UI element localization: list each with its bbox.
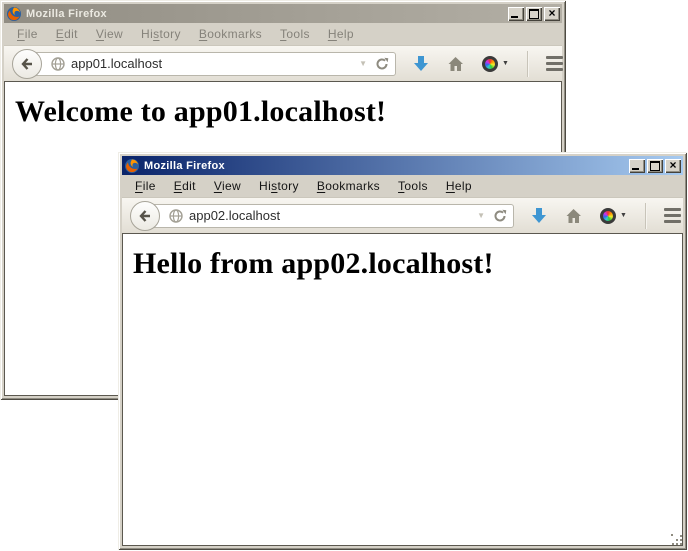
menu-file[interactable]: File <box>126 176 165 196</box>
menu-bookmarks[interactable]: Bookmarks <box>308 176 389 196</box>
toolbar-icons: ▼ <box>531 203 681 229</box>
globe-icon <box>51 57 65 71</box>
menu-tools[interactable]: Tools <box>389 176 437 196</box>
titlebar[interactable]: Mozilla Firefox × <box>122 156 683 175</box>
menu-help[interactable]: Help <box>437 176 481 196</box>
colorwheel-icon <box>482 56 498 72</box>
caption-buttons: × <box>508 7 560 21</box>
firefox-logo-icon <box>124 158 140 174</box>
close-button[interactable]: × <box>665 159 681 173</box>
maximize-button[interactable] <box>526 7 542 21</box>
resize-grip-icon[interactable] <box>671 534 684 547</box>
back-button[interactable] <box>130 201 160 231</box>
minimize-button[interactable] <box>508 7 524 21</box>
menu-file[interactable]: File <box>8 24 47 44</box>
menu-view[interactable]: View <box>205 176 250 196</box>
menu-help[interactable]: Help <box>319 24 363 44</box>
menu-bar: File Edit View History Bookmarks Tools H… <box>4 23 562 45</box>
browser-window-app02: Mozilla Firefox × File Edit View History… <box>118 152 687 550</box>
window-title: Mozilla Firefox <box>144 160 625 172</box>
reload-icon[interactable] <box>493 209 507 223</box>
caption-buttons: × <box>629 159 681 173</box>
home-icon[interactable] <box>565 208 582 224</box>
menu-history[interactable]: History <box>132 24 190 44</box>
back-button[interactable] <box>12 49 42 79</box>
back-arrow-icon <box>137 208 153 224</box>
menu-view[interactable]: View <box>87 24 132 44</box>
colorwheel-addon-button[interactable]: ▼ <box>600 208 627 224</box>
window-title: Mozilla Firefox <box>26 8 504 20</box>
reload-icon[interactable] <box>375 57 389 71</box>
navigation-toolbar: app02.localhost ▼ ▼ <box>122 197 683 233</box>
menu-tools[interactable]: Tools <box>271 24 319 44</box>
menu-bar: File Edit View History Bookmarks Tools H… <box>122 175 683 197</box>
toolbar-icons: ▼ <box>413 51 563 77</box>
page-heading: Hello from app02.localhost! <box>133 247 682 281</box>
menu-bookmarks[interactable]: Bookmarks <box>190 24 271 44</box>
toolbar-separator <box>527 51 528 77</box>
chevron-down-icon: ▼ <box>620 212 627 219</box>
url-dropdown-icon[interactable]: ▼ <box>359 59 367 68</box>
maximize-button[interactable] <box>647 159 663 173</box>
toolbar-separator <box>645 203 646 229</box>
chevron-down-icon: ▼ <box>502 60 509 67</box>
url-bar[interactable]: app01.localhost ▼ <box>28 52 396 76</box>
minimize-button[interactable] <box>629 159 645 173</box>
url-input[interactable]: app01.localhost <box>71 56 359 71</box>
download-icon[interactable] <box>531 207 547 224</box>
back-arrow-icon <box>19 56 35 72</box>
navigation-toolbar: app01.localhost ▼ ▼ <box>4 45 562 81</box>
titlebar[interactable]: Mozilla Firefox × <box>4 4 562 23</box>
url-dropdown-icon[interactable]: ▼ <box>477 211 485 220</box>
menu-edit[interactable]: Edit <box>47 24 87 44</box>
page-heading: Welcome to app01.localhost! <box>15 95 561 129</box>
url-input[interactable]: app02.localhost <box>189 208 477 223</box>
menu-history[interactable]: History <box>250 176 308 196</box>
menu-hamburger-button[interactable] <box>664 208 681 223</box>
menu-edit[interactable]: Edit <box>165 176 205 196</box>
home-icon[interactable] <box>447 56 464 72</box>
colorwheel-icon <box>600 208 616 224</box>
page-content: Hello from app02.localhost! <box>122 233 683 546</box>
close-button[interactable]: × <box>544 7 560 21</box>
menu-hamburger-button[interactable] <box>546 56 563 71</box>
globe-icon <box>169 209 183 223</box>
download-icon[interactable] <box>413 55 429 72</box>
colorwheel-addon-button[interactable]: ▼ <box>482 56 509 72</box>
firefox-logo-icon <box>6 6 22 22</box>
url-bar[interactable]: app02.localhost ▼ <box>146 204 514 228</box>
